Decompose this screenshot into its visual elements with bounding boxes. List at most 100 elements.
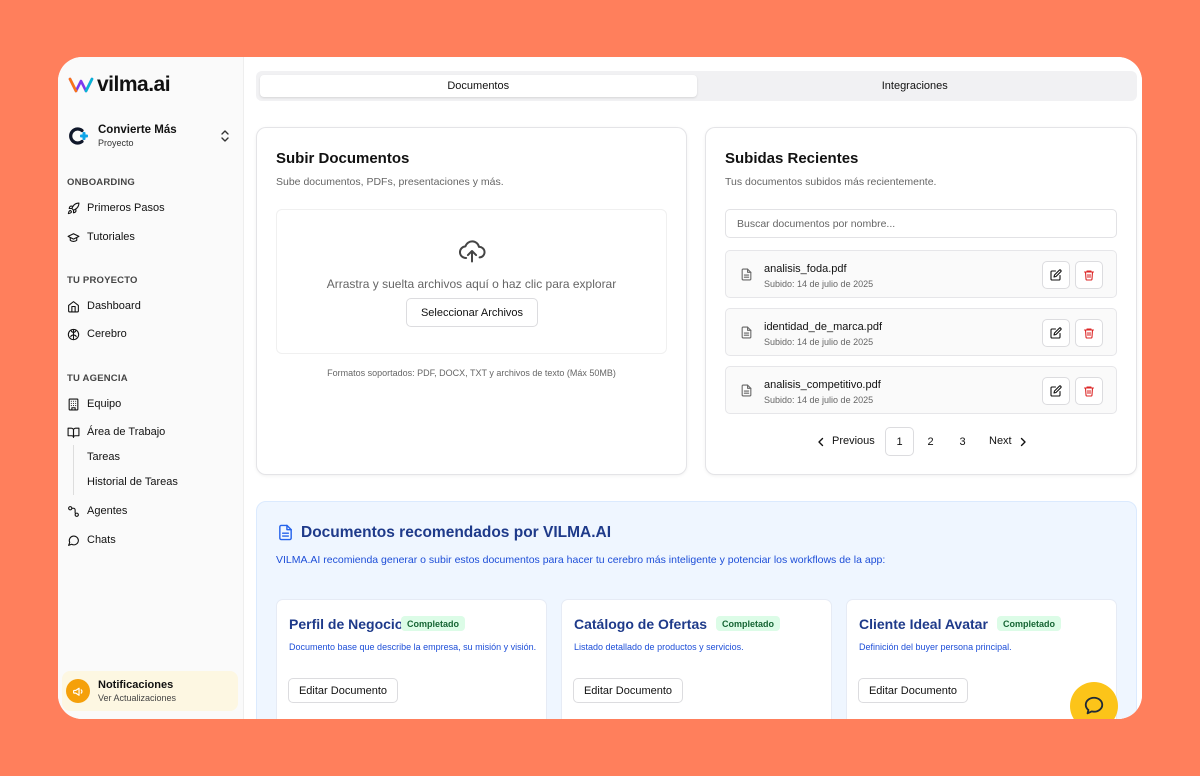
- chat-bubble-icon: [1084, 696, 1104, 715]
- recommended-card-description: Definición del buyer persona principal.: [859, 642, 1012, 652]
- document-row[interactable]: analisis_foda.pdf Subido: 14 de julio de…: [725, 250, 1117, 298]
- file-text-icon: [741, 384, 752, 397]
- sidebar-item-tareas[interactable]: Tareas: [87, 451, 120, 463]
- upload-title: Subir Documentos: [276, 150, 410, 167]
- status-badge: Completado: [716, 616, 781, 631]
- recommended-card: Perfil de Negocio Completado Documento b…: [276, 599, 547, 719]
- brand-logo[interactable]: vilma.ai: [68, 73, 171, 97]
- sidebar-item-cerebro[interactable]: Cerebro: [67, 326, 127, 342]
- section-title-tu-agencia: TU AGENCIA: [67, 373, 128, 384]
- document-name: analisis_foda.pdf: [764, 263, 847, 275]
- edit-document-button[interactable]: [1042, 261, 1070, 289]
- sidebar-item-historial-de-tareas[interactable]: Historial de Tareas: [87, 476, 178, 488]
- sidebar-item-agentes[interactable]: Agentes: [67, 503, 127, 519]
- chevron-up-down-icon: [221, 130, 229, 142]
- tab-integraciones[interactable]: Integraciones: [697, 75, 1134, 97]
- project-type: Proyecto: [98, 138, 134, 148]
- book-open-icon: [67, 427, 80, 438]
- recent-uploads-card: Subidas Recientes Tus documentos subidos…: [705, 127, 1137, 475]
- megaphone-icon: [66, 679, 90, 703]
- sidebar: vilma.ai Convierte Más Proyecto ONBOARDI…: [58, 57, 244, 719]
- trash-icon: [1083, 386, 1095, 397]
- notifications-panel[interactable]: Notificaciones Ver Actualizaciones: [62, 671, 238, 711]
- pagination-page-3[interactable]: 3: [948, 427, 977, 456]
- file-text-icon: [741, 268, 752, 281]
- select-files-button[interactable]: Seleccionar Archivos: [406, 298, 538, 327]
- vilma-logo-icon: [68, 77, 94, 93]
- sidebar-item-label: Tutoriales: [87, 231, 135, 243]
- notifications-title: Notificaciones: [98, 678, 174, 691]
- edit-document-button[interactable]: Editar Documento: [858, 678, 968, 703]
- recommended-card-title: Perfil de Negocio: [289, 616, 404, 632]
- pagination-page-2[interactable]: 2: [916, 427, 945, 456]
- pagination-previous[interactable]: Previous: [816, 427, 875, 456]
- sidebar-item-area-de-trabajo[interactable]: Área de Trabajo: [67, 424, 165, 440]
- document-search-input[interactable]: Buscar documentos por nombre...: [725, 209, 1117, 238]
- delete-document-button[interactable]: [1075, 261, 1103, 289]
- graduation-cap-icon: [67, 232, 80, 242]
- pagination-next-label: Next: [989, 435, 1012, 447]
- document-row[interactable]: identidad_de_marca.pdf Subido: 14 de jul…: [725, 308, 1117, 356]
- building-icon: [68, 398, 79, 410]
- edit-icon: [1050, 385, 1062, 397]
- submenu-line: [73, 445, 74, 495]
- edit-icon: [1050, 269, 1062, 281]
- trash-icon: [1083, 270, 1095, 281]
- recommended-card-title: Cliente Ideal Avatar: [859, 616, 988, 632]
- cloud-upload-icon: [458, 240, 486, 263]
- document-row[interactable]: analisis_competitivo.pdf Subido: 14 de j…: [725, 366, 1117, 414]
- sidebar-item-label: Cerebro: [87, 328, 127, 340]
- delete-document-button[interactable]: [1075, 377, 1103, 405]
- brand-name: vilma.ai: [97, 73, 171, 96]
- chevron-right-icon: [1020, 437, 1026, 446]
- recent-description: Tus documentos subidos más recientemente…: [725, 176, 937, 188]
- edit-document-button[interactable]: [1042, 377, 1070, 405]
- upload-card: Subir Documentos Sube documentos, PDFs, …: [256, 127, 687, 475]
- chevron-left-icon: [818, 437, 824, 446]
- sidebar-item-primeros-pasos[interactable]: Primeros Pasos: [67, 200, 165, 216]
- status-badge: Completado: [401, 616, 466, 631]
- recommended-card-title: Catálogo de Ofertas: [574, 616, 708, 632]
- sidebar-item-label: Dashboard: [87, 300, 141, 312]
- message-circle-icon: [68, 535, 79, 546]
- main-content: Documentos Integraciones Subir Documento…: [244, 57, 1142, 719]
- tab-bar: Documentos Integraciones: [256, 71, 1137, 101]
- upload-description: Sube documentos, PDFs, presentaciones y …: [276, 176, 504, 188]
- file-text-icon: [279, 524, 292, 541]
- sidebar-item-label: Equipo: [87, 398, 122, 410]
- project-switcher[interactable]: Convierte Más Proyecto: [66, 123, 234, 149]
- sidebar-item-label: Chats: [87, 534, 116, 546]
- brain-icon: [67, 328, 80, 340]
- document-date: Subido: 14 de julio de 2025: [764, 279, 874, 289]
- sidebar-item-chats[interactable]: Chats: [67, 532, 116, 548]
- file-text-icon: [741, 326, 752, 339]
- workflow-icon: [68, 505, 79, 517]
- rocket-icon: [67, 202, 80, 214]
- document-date: Subido: 14 de julio de 2025: [764, 337, 874, 347]
- document-name: identidad_de_marca.pdf: [764, 321, 883, 333]
- recent-title: Subidas Recientes: [725, 150, 859, 167]
- supported-formats: Formatos soportados: PDF, DOCX, TXT y ar…: [327, 368, 616, 378]
- sidebar-item-label: Agentes: [87, 505, 128, 517]
- status-badge: Completado: [997, 616, 1062, 631]
- sidebar-item-equipo[interactable]: Equipo: [67, 396, 121, 412]
- recommended-title: Documentos recomendados por VILMA.AI: [301, 524, 612, 541]
- upload-dropzone[interactable]: Arrastra y suelta archivos aquí o haz cl…: [276, 209, 667, 354]
- edit-document-button[interactable]: [1042, 319, 1070, 347]
- pagination-previous-label: Previous: [832, 435, 875, 447]
- pagination-next[interactable]: Next: [989, 427, 1028, 456]
- edit-document-button[interactable]: Editar Documento: [573, 678, 683, 703]
- recommended-card-description: Listado detallado de productos y servici…: [574, 642, 744, 652]
- edit-document-button[interactable]: Editar Documento: [288, 678, 398, 703]
- pagination-page-1[interactable]: 1: [885, 427, 914, 456]
- app-window: vilma.ai Convierte Más Proyecto ONBOARDI…: [58, 57, 1142, 719]
- project-name: Convierte Más: [98, 124, 177, 136]
- sidebar-item-label: Área de Trabajo: [87, 426, 166, 438]
- edit-icon: [1050, 327, 1062, 339]
- recommended-card: Catálogo de Ofertas Completado Listado d…: [561, 599, 832, 719]
- delete-document-button[interactable]: [1075, 319, 1103, 347]
- sidebar-item-tutoriales[interactable]: Tutoriales: [67, 229, 135, 245]
- tab-documentos[interactable]: Documentos: [260, 75, 697, 97]
- recommended-card-description: Documento base que describe la empresa, …: [289, 642, 537, 652]
- sidebar-item-dashboard[interactable]: Dashboard: [67, 298, 141, 314]
